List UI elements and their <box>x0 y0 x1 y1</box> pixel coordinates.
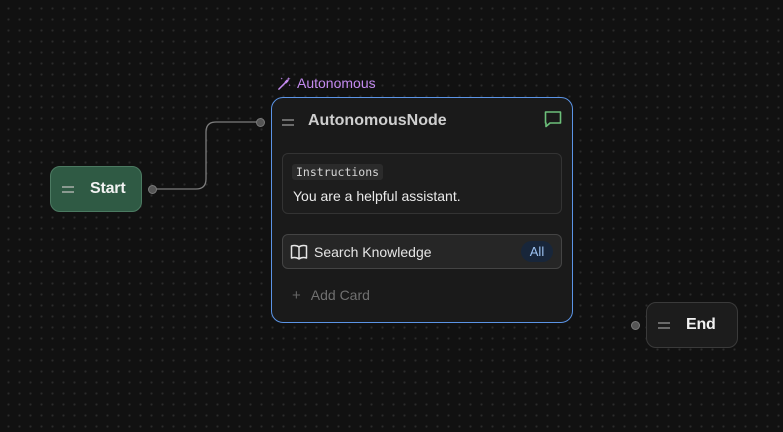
autonomous-input-handle[interactable] <box>256 118 265 127</box>
instructions-card[interactable]: Instructions You are a helpful assistant… <box>282 153 562 214</box>
drag-handle-icon[interactable] <box>62 186 74 193</box>
start-node[interactable]: Start <box>50 166 142 212</box>
chat-bubble-icon[interactable] <box>543 109 563 129</box>
magic-wand-icon <box>278 76 291 90</box>
drag-handle-icon[interactable] <box>282 119 294 126</box>
plus-icon: + <box>292 286 301 304</box>
autonomous-badge: Autonomous <box>277 75 376 91</box>
book-icon <box>290 244 308 260</box>
start-node-title: Start <box>90 180 126 197</box>
autonomous-badge-label: Autonomous <box>297 75 376 91</box>
flow-canvas[interactable]: Start Autonomous AutonomousNode Instruct… <box>0 0 783 432</box>
scope-badge[interactable]: All <box>521 241 553 262</box>
instructions-text: You are a helpful assistant. <box>293 188 461 204</box>
start-output-handle[interactable] <box>148 185 157 194</box>
drag-handle-icon[interactable] <box>658 322 670 329</box>
autonomous-node[interactable]: AutonomousNode Instructions You are a he… <box>271 97 573 323</box>
add-card-label: Add Card <box>310 287 370 303</box>
edge-start-to-autonomous[interactable] <box>152 121 261 190</box>
end-node[interactable]: End <box>646 302 738 348</box>
instructions-tag: Instructions <box>292 164 384 180</box>
autonomous-node-title: AutonomousNode <box>308 112 447 129</box>
search-knowledge-label: Search Knowledge <box>314 244 432 260</box>
end-node-title: End <box>686 316 716 333</box>
end-input-handle[interactable] <box>631 321 640 330</box>
add-card-button[interactable]: + Add Card <box>292 287 370 303</box>
search-knowledge-card[interactable]: Search Knowledge All <box>282 234 562 269</box>
